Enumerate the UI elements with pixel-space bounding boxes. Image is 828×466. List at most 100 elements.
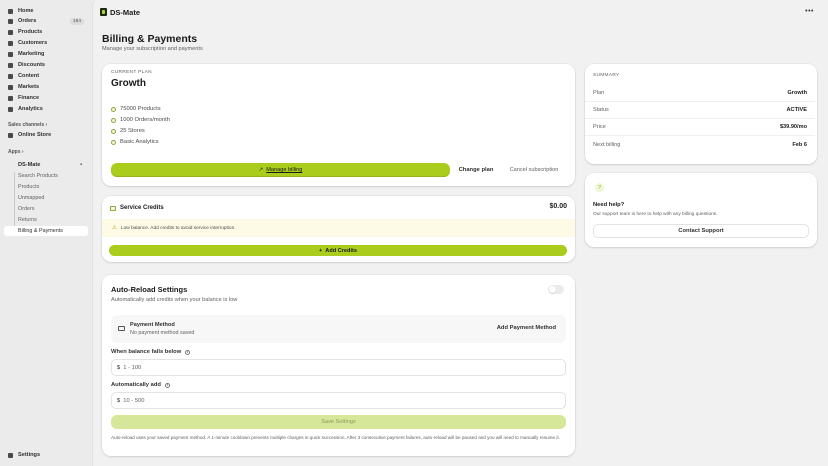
threshold-label: When balance falls below i [111,349,191,355]
external-link-icon: ↗ [258,167,264,173]
check-circle-icon [111,128,116,134]
check-circle-icon [111,139,116,145]
info-icon[interactable]: i [164,382,170,388]
auto-reload-title: Auto-Reload Settings [111,285,188,294]
info-icon[interactable]: i [185,349,191,355]
app-title: DS-Mate [110,7,141,17]
discount-icon [8,62,13,68]
sidebar-item-home[interactable]: Home [4,6,88,16]
sidebar-item-label: Discounts [18,62,46,68]
sidebar-item-label: Settings [18,452,41,458]
help-card: ? Need help? Our support team is here to… [585,173,817,247]
add-credits-button[interactable]: + Add Credits [109,245,567,256]
warning-icon: ⚠ [112,225,117,231]
plan-name: Growth [111,78,146,89]
plan-feature: 75000 Products [111,106,161,112]
summary-row-price: Price $39.90/mo [593,124,807,130]
sidebar-app-ds-mate[interactable]: DS-Mate • [4,160,88,170]
auto-reload-card: Auto-Reload Settings Automatically add c… [102,275,575,456]
orders-icon [8,18,13,24]
auto-reload-toggle[interactable] [548,285,564,294]
chevron-right-icon: › [21,149,24,155]
low-balance-banner: ⚠ Low balance. Add credits to avoid servi… [102,219,575,237]
sidebar-subitem-returns[interactable]: Returns [4,215,88,225]
sidebar-item-marketing[interactable]: Marketing [4,49,88,59]
app-topbar: DS-Mate ••• [92,0,828,24]
sidebar-item-discounts[interactable]: Discounts [4,60,88,70]
auto-reload-footnote: Auto-reload uses your saved payment meth… [111,435,560,440]
bank-icon [8,95,13,101]
sidebar-subitem-billing-payments[interactable]: Billing & Payments [4,226,88,236]
auto-reload-subtitle: Automatically add credits when your bala… [111,297,238,303]
sidebar-item-analytics[interactable]: Analytics [4,104,88,114]
current-plan-card: CURRENT PLAN Growth 75000 Products 1000 … [102,64,575,186]
service-credits-card: Service Credits $0.00 ⚠ Low balance. Add … [102,196,575,262]
sidebar-subitem-products[interactable]: Products [4,182,88,192]
apps-heading[interactable]: Apps › [8,149,24,155]
cancel-subscription-button[interactable]: Cancel subscription [502,163,566,177]
sidebar-item-content[interactable]: Content [4,71,88,81]
payment-method-title: Payment Method [130,322,175,328]
sidebar-item-label: Markets [18,84,40,90]
summary-row-next-billing: Next billing Feb 6 [593,142,807,148]
ds-mate-logo-icon [100,8,107,16]
sidebar-item-label: Customers [18,40,48,46]
amount-input[interactable]: $10 - 500 [111,392,566,409]
home-icon [8,8,13,14]
divider [585,135,815,136]
sidebar-item-markets[interactable]: Markets [4,82,88,92]
sales-channels-heading[interactable]: Sales channels › [8,122,47,128]
check-circle-icon [111,117,116,123]
app-name-label: DS-Mate [18,162,41,168]
add-payment-method-button[interactable]: Add Payment Method [497,325,556,331]
sidebar-item-customers[interactable]: Customers [4,38,88,48]
sidebar-item-orders[interactable]: Orders 184 [4,16,88,26]
threshold-input[interactable]: $1 - 100 [111,359,566,376]
divider [585,101,815,102]
pin-icon[interactable]: • [80,162,82,168]
sidebar: Home Orders 184 Products Customers Market… [0,0,92,466]
more-actions-icon[interactable]: ••• [805,8,814,15]
sidebar-item-label: Finance [18,95,40,101]
tag-icon [8,29,13,35]
payment-method-panel: Payment Method No payment method saved A… [111,315,566,343]
sidebar-subitem-orders[interactable]: Orders [4,204,88,214]
sidebar-item-finance[interactable]: Finance [4,93,88,103]
page-subtitle: Manage your subscription and payments [102,46,203,52]
sidebar-item-label: Content [18,73,40,79]
current-plan-label: CURRENT PLAN [111,70,152,75]
sidebar-item-online-store[interactable]: Online Store [4,130,88,140]
sidebar-item-label: Analytics [18,106,43,112]
credits-balance: $0.00 [549,203,567,210]
manage-billing-button[interactable]: ↗ Manage billing [111,163,450,177]
sidebar-item-label: Marketing [18,51,45,57]
chevron-right-icon: › [45,122,48,128]
plus-icon: + [319,247,323,254]
sidebar-subitem-search-products[interactable]: Search Products [4,171,88,181]
credit-card-icon [118,326,125,331]
sidebar-item-products[interactable]: Products [4,27,88,37]
chart-icon [8,106,13,112]
sidebar-subitem-unmapped[interactable]: Unmapped [4,193,88,203]
sidebar-item-label: Home [18,8,34,14]
divider [585,118,815,119]
save-settings-button[interactable]: Save Settings [111,415,566,429]
credit-card-icon [110,205,116,211]
plan-feature: 25 Stores [111,128,145,134]
sidebar-item-label: Products [18,29,43,35]
sidebar-item-label: Orders [18,18,37,24]
orders-count-badge: 184 [69,17,84,25]
change-plan-button[interactable]: Change plan [456,163,496,177]
help-circle-icon: ? [595,183,604,192]
summary-row-plan: Plan Growth [593,90,807,96]
sidebar-item-label: Online Store [18,132,52,138]
globe-icon [8,84,13,90]
plan-feature: Basic Analytics [111,139,159,145]
contact-support-button[interactable]: Contact Support [593,224,809,238]
summary-card: SUMMARY Plan Growth Status ACTIVE Price $39… [585,64,817,164]
payment-method-status: No payment method saved [130,330,195,336]
sidebar-item-settings[interactable]: Settings [4,450,88,460]
amount-label: Automatically add i [111,382,170,388]
service-credits-title: Service Credits [110,205,164,211]
summary-row-status: Status ACTIVE [593,107,807,113]
